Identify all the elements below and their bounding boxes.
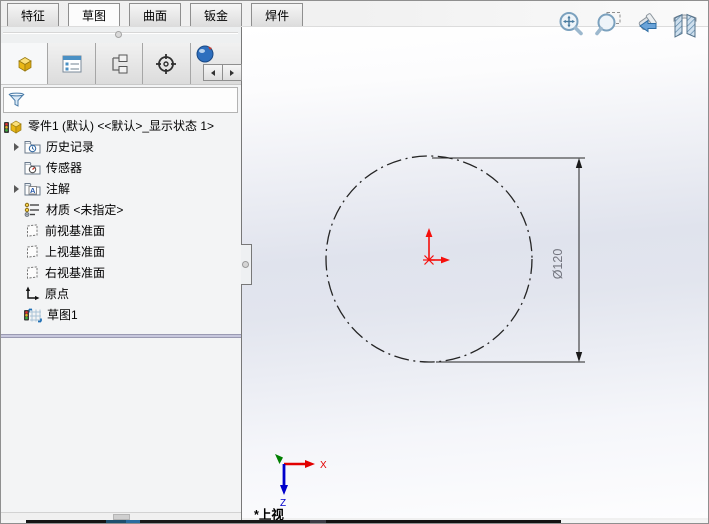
zoom-to-area-button[interactable] bbox=[593, 8, 624, 39]
sketch-origin[interactable] bbox=[423, 228, 450, 265]
reference-triad: X Z bbox=[275, 454, 327, 509]
tree-item-right-plane[interactable]: 右视基准面 bbox=[1, 262, 241, 283]
twist-spacer bbox=[9, 265, 24, 280]
taskbar-segment bbox=[106, 520, 126, 523]
arrow-left-icon bbox=[211, 69, 215, 76]
taskbar-segment bbox=[126, 520, 140, 523]
tab-features[interactable]: 特征 bbox=[7, 3, 60, 26]
twist-spacer bbox=[9, 286, 24, 301]
tree-item-label: 草图1 bbox=[47, 308, 78, 322]
featuremanager-icon bbox=[18, 56, 32, 72]
tree-item-top-plane[interactable]: 上视基准面 bbox=[1, 241, 241, 262]
tab-featuremanager[interactable] bbox=[1, 43, 49, 84]
plane-icon bbox=[24, 265, 40, 280]
zoom-to-area-icon bbox=[594, 11, 620, 35]
tree-item-label: 上视基准面 bbox=[45, 245, 106, 259]
tree-item-sensors[interactable]: 传感器 bbox=[1, 157, 241, 178]
tree-item-label: 右视基准面 bbox=[45, 266, 106, 280]
tab-dimxpertmanager[interactable] bbox=[143, 43, 191, 84]
svg-text:A: A bbox=[30, 186, 36, 195]
tab-weldments[interactable]: 焊件 bbox=[251, 3, 304, 26]
tree-item-label: 材质 <未指定> bbox=[46, 203, 124, 217]
tab-sketch[interactable]: 草图 bbox=[68, 3, 121, 26]
dimension-text[interactable]: Ø120 bbox=[551, 249, 565, 280]
feature-tree: 零件1 (默认) <<默认>_显示状态 1> 历史记录 传感器 A 注解 材质 … bbox=[1, 115, 241, 325]
twist-spacer bbox=[9, 160, 24, 175]
previous-view-icon bbox=[638, 12, 657, 32]
scroll-right-button[interactable] bbox=[222, 64, 242, 81]
zoom-to-fit-icon bbox=[559, 11, 583, 35]
filter-box[interactable] bbox=[3, 87, 238, 113]
taskbar-fragment bbox=[1, 520, 708, 523]
tree-item-origin[interactable]: 原点 bbox=[1, 283, 241, 304]
sketch-icon bbox=[24, 307, 42, 323]
tab-configurationmanager[interactable] bbox=[95, 43, 144, 84]
tab-propertymanager[interactable] bbox=[48, 43, 96, 84]
propertymanager-icon bbox=[62, 55, 82, 72]
scroll-left-button[interactable] bbox=[203, 64, 223, 81]
displaymanager-icon bbox=[196, 45, 214, 63]
filter-funnel-icon bbox=[8, 92, 25, 107]
arrow-right-icon bbox=[230, 69, 234, 76]
panel-top-strip bbox=[1, 27, 241, 43]
tree-item-annotations[interactable]: A 注解 bbox=[1, 178, 241, 199]
tree-item-part-root[interactable]: 零件1 (默认) <<默认>_显示状态 1> bbox=[1, 115, 241, 136]
panel-collapse-button[interactable] bbox=[242, 261, 249, 268]
twist-spacer bbox=[9, 244, 24, 259]
expand-arrow-icon[interactable] bbox=[9, 139, 24, 154]
tree-splitter[interactable] bbox=[1, 334, 241, 338]
graphics-viewport[interactable]: Ø120 X Z *上视 bbox=[242, 27, 709, 522]
tab-surfaces[interactable]: 曲面 bbox=[129, 3, 182, 26]
tree-item-label: 历史记录 bbox=[46, 140, 95, 154]
triad-y-axis bbox=[275, 454, 283, 464]
panel-collapse-dot[interactable] bbox=[115, 31, 122, 38]
tree-item-sketch1[interactable]: 草图1 bbox=[1, 304, 241, 325]
annotations-folder-icon: A bbox=[24, 181, 41, 196]
diameter-dimension[interactable]: Ø120 bbox=[432, 157, 585, 363]
panel-horizontal-scrollbar[interactable] bbox=[1, 512, 241, 520]
tree-item-label: 原点 bbox=[45, 287, 70, 301]
material-icon bbox=[24, 202, 41, 217]
twist-spacer bbox=[9, 307, 24, 322]
sensors-folder-icon bbox=[24, 160, 41, 175]
sketch-canvas[interactable]: Ø120 X Z bbox=[242, 27, 709, 518]
plane-icon bbox=[24, 223, 40, 238]
headsup-toolbar bbox=[555, 8, 700, 39]
taskbar-segment bbox=[26, 520, 106, 523]
panel-resize-handle[interactable] bbox=[241, 244, 252, 285]
tree-item-label: 零件1 (默认) <<默认>_显示状态 1> bbox=[28, 119, 215, 133]
twist-spacer bbox=[9, 202, 24, 217]
tree-item-label: 前视基准面 bbox=[45, 224, 106, 238]
taskbar-segment bbox=[140, 520, 310, 523]
zoom-to-fit-button[interactable] bbox=[555, 8, 586, 39]
section-view-icon bbox=[673, 13, 696, 38]
previous-view-button[interactable] bbox=[631, 8, 662, 39]
configurationmanager-icon bbox=[112, 54, 128, 73]
part-icon bbox=[4, 118, 23, 134]
feature-manager-panel: 零件1 (默认) <<默认>_显示状态 1> 历史记录 传感器 A 注解 材质 … bbox=[1, 27, 242, 520]
tab-sheet-metal[interactable]: 钣金 bbox=[190, 3, 243, 26]
expand-arrow-icon[interactable] bbox=[9, 181, 24, 196]
manager-tab-scroll bbox=[203, 64, 242, 81]
taskbar-segment bbox=[326, 520, 561, 523]
triad-x-label: X bbox=[320, 460, 327, 471]
origin-icon bbox=[24, 286, 40, 301]
section-view-button[interactable] bbox=[669, 8, 700, 39]
tree-item-label: 传感器 bbox=[46, 161, 83, 175]
twist-spacer bbox=[9, 223, 24, 238]
tree-item-material[interactable]: 材质 <未指定> bbox=[1, 199, 241, 220]
solidworks-window: 特征 草图 曲面 钣金 焊件 Ø120 X Z *上视 零件1 (默认) <<默… bbox=[0, 0, 709, 524]
dimxpertmanager-icon bbox=[156, 53, 177, 74]
tree-item-history[interactable]: 历史记录 bbox=[1, 136, 241, 157]
tree-item-label: 注解 bbox=[46, 182, 71, 196]
plane-icon bbox=[24, 244, 40, 259]
history-folder-icon bbox=[24, 139, 41, 154]
tree-item-front-plane[interactable]: 前视基准面 bbox=[1, 220, 241, 241]
taskbar-segment bbox=[310, 520, 326, 523]
